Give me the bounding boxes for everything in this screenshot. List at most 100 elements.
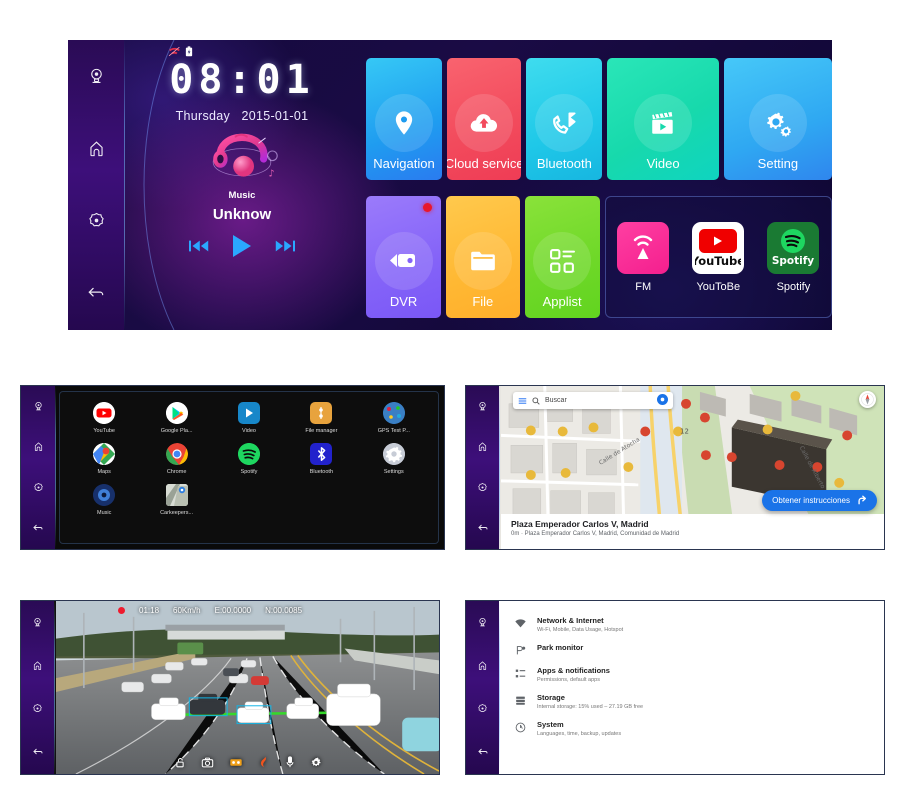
app-label: Chrome bbox=[166, 469, 187, 475]
tile-navigation[interactable]: Navigation bbox=[366, 58, 443, 180]
clock-weekday: Thursday bbox=[175, 109, 231, 123]
app-carkeepers[interactable]: Carkeepers... bbox=[140, 484, 212, 516]
google-maps-icon bbox=[93, 443, 116, 465]
camera-icon[interactable] bbox=[87, 67, 106, 86]
app-label: YouTube bbox=[93, 428, 115, 434]
place-info-card[interactable]: Plaza Emperador Carlos V, Madrid 0m · Pl… bbox=[501, 514, 884, 549]
app-video[interactable]: Video bbox=[213, 402, 285, 434]
svg-text:YouTube: YouTube bbox=[695, 254, 741, 268]
microphone-icon[interactable] bbox=[285, 756, 294, 768]
camera-icon[interactable] bbox=[477, 617, 488, 628]
assistant-icon[interactable] bbox=[657, 392, 668, 410]
apps-list-icon bbox=[515, 668, 526, 679]
app-label: Google Pla... bbox=[160, 428, 193, 434]
dvr-camera-view[interactable]: 01:18 60Km/h E:00.0000 N:00.0085 bbox=[56, 601, 439, 774]
app-youtube[interactable]: YouTube bbox=[68, 402, 140, 434]
video-gallery-icon[interactable] bbox=[229, 757, 242, 768]
shortcut-youtube[interactable]: YouTube YouToBe bbox=[681, 221, 755, 293]
gear-icon[interactable] bbox=[310, 757, 321, 768]
app-music[interactable]: Music bbox=[68, 484, 140, 516]
tile-video[interactable]: Video bbox=[607, 58, 719, 180]
play-icon[interactable] bbox=[231, 234, 253, 258]
tile-label: Applist bbox=[542, 294, 582, 309]
camera-shutter-icon[interactable] bbox=[201, 757, 213, 768]
app-bluetooth[interactable]: Bluetooth bbox=[285, 443, 357, 475]
dvr-longitude: E:00.0000 bbox=[214, 606, 252, 615]
hamburger-menu-icon[interactable] bbox=[518, 392, 527, 410]
android-settings-screen: Network & Internet Wi-Fi, Mobile, Data U… bbox=[465, 600, 885, 775]
home-icon[interactable] bbox=[477, 441, 488, 452]
wifi-icon bbox=[515, 618, 526, 629]
app-label: Maps bbox=[97, 469, 111, 475]
settings-row-storage[interactable]: Storage Internal storage: 15% used – 27.… bbox=[501, 688, 884, 715]
app-file-manager[interactable]: File manager bbox=[285, 402, 357, 434]
tile-row-1: Navigation Cloud service Bluetooth Video… bbox=[366, 58, 832, 180]
settings-flower-icon[interactable] bbox=[87, 211, 106, 230]
shortcut-fm[interactable]: FM bbox=[606, 221, 680, 293]
record-icon[interactable] bbox=[258, 756, 269, 768]
shortcut-label: FM bbox=[635, 280, 652, 293]
file-manager-icon bbox=[310, 402, 333, 424]
settings-flower-icon[interactable] bbox=[32, 703, 43, 714]
settings-row-park-monitor[interactable]: Park monitor bbox=[501, 638, 884, 661]
settings-row-network[interactable]: Network & Internet Wi-Fi, Mobile, Data U… bbox=[501, 611, 884, 638]
back-arrow-icon[interactable] bbox=[86, 283, 106, 303]
home-icon[interactable] bbox=[87, 139, 106, 158]
app-spotify[interactable]: Spotify bbox=[213, 443, 285, 475]
settings-flower-icon[interactable] bbox=[33, 482, 44, 493]
app-drawer-panel: YouTube Google Pla... Video File manager… bbox=[59, 391, 439, 544]
road-scene bbox=[56, 601, 439, 774]
settings-row-system[interactable]: System Languages, time, backup, updates bbox=[501, 715, 884, 742]
clock-time: 08:01 bbox=[169, 57, 315, 103]
settings-flower-icon[interactable] bbox=[477, 703, 488, 714]
camera-icon[interactable] bbox=[33, 401, 44, 412]
spotify-icon bbox=[237, 443, 260, 465]
app-settings[interactable]: Settings bbox=[358, 443, 430, 475]
shortcut-spotify[interactable]: Spotify Spotify bbox=[756, 221, 830, 293]
app-label: File manager bbox=[305, 428, 338, 434]
clock-date: Thursday 2015-01-01 bbox=[176, 109, 309, 123]
app-chrome[interactable]: Chrome bbox=[140, 443, 212, 475]
camera-icon[interactable] bbox=[32, 617, 43, 628]
nav-sidebar bbox=[21, 386, 56, 549]
get-directions-button[interactable]: Obtener instrucciones bbox=[762, 490, 877, 511]
tile-bluetooth[interactable]: Bluetooth bbox=[526, 58, 603, 180]
app-google-play[interactable]: Google Pla... bbox=[140, 402, 212, 434]
compass-icon[interactable] bbox=[859, 391, 876, 408]
map-pin-icon bbox=[375, 94, 433, 152]
home-icon[interactable] bbox=[32, 660, 43, 671]
app-maps[interactable]: Maps bbox=[68, 443, 140, 475]
back-arrow-icon[interactable] bbox=[477, 746, 489, 758]
app-gps-test[interactable]: GPS Test P... bbox=[358, 402, 430, 434]
gps-test-icon bbox=[382, 402, 405, 424]
back-arrow-icon[interactable] bbox=[32, 746, 44, 758]
svg-text:12: 12 bbox=[680, 427, 689, 435]
music-track-title: Unknow bbox=[212, 206, 272, 223]
home-icon[interactable] bbox=[33, 441, 44, 452]
settings-gear-icon bbox=[382, 443, 405, 465]
tile-cloud-service[interactable]: Cloud service bbox=[447, 58, 522, 180]
settings-row-apps[interactable]: Apps & notifications Permissions, defaul… bbox=[501, 661, 884, 688]
map-search-placeholder: Buscar bbox=[545, 397, 567, 404]
camera-icon[interactable] bbox=[477, 401, 488, 412]
settings-title: System bbox=[537, 720, 564, 729]
tile-setting[interactable]: Setting bbox=[723, 58, 832, 180]
tile-dvr[interactable]: DVR bbox=[366, 196, 442, 318]
tile-file[interactable]: File bbox=[446, 196, 520, 318]
settings-flower-icon[interactable] bbox=[477, 482, 488, 493]
back-arrow-icon[interactable] bbox=[477, 522, 489, 534]
map-search-bar[interactable]: Buscar bbox=[513, 392, 673, 409]
dashcam-icon bbox=[374, 232, 433, 290]
next-track-icon[interactable] bbox=[275, 239, 295, 253]
app-label: Bluetooth bbox=[309, 469, 334, 475]
youtube-icon bbox=[93, 402, 116, 424]
previous-track-icon[interactable] bbox=[189, 239, 209, 253]
lock-icon[interactable] bbox=[174, 757, 185, 768]
back-arrow-icon[interactable] bbox=[32, 522, 44, 534]
status-bar bbox=[168, 44, 193, 62]
map-canvas[interactable]: Calle de Atocha Calle de Alberto 12 Busc… bbox=[501, 386, 884, 549]
home-icon[interactable] bbox=[477, 660, 488, 671]
cta-label: Obtener instrucciones bbox=[772, 496, 850, 505]
tile-applist[interactable]: Applist bbox=[524, 196, 600, 318]
carkeepers-icon bbox=[165, 484, 188, 506]
